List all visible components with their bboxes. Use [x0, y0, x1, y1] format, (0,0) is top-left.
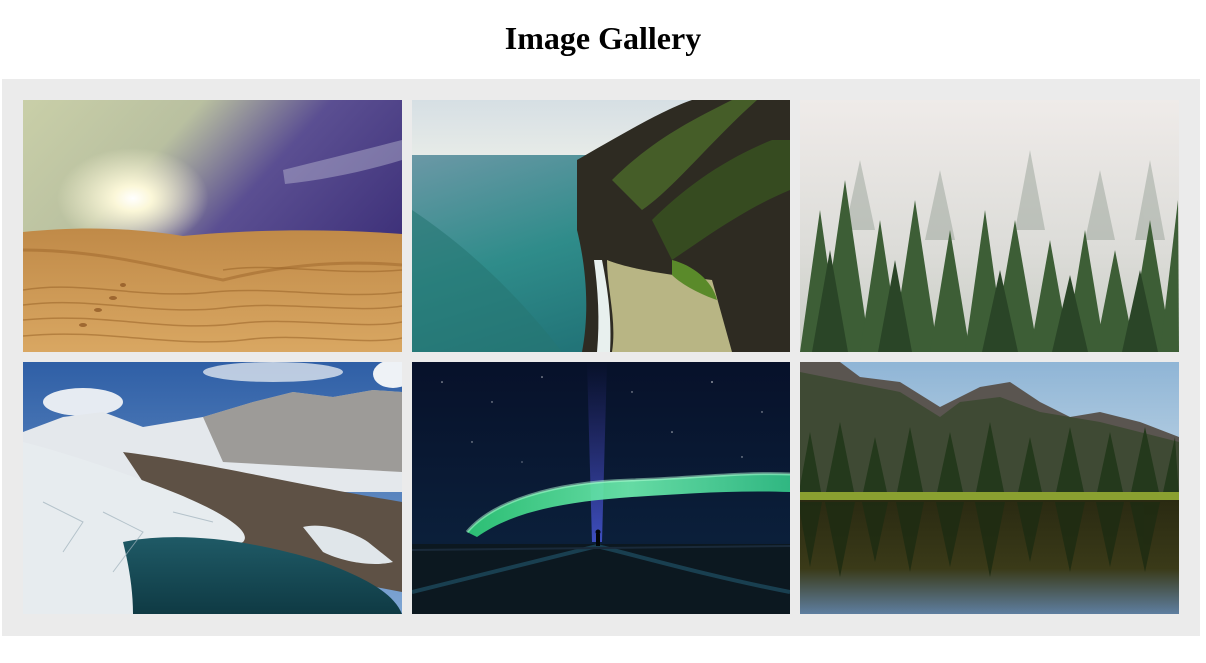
image-gallery-grid [2, 79, 1200, 636]
coast-image [412, 100, 790, 352]
glacier-image [23, 362, 402, 614]
mountain-lake-image [800, 362, 1179, 614]
gallery-image-desert[interactable] [23, 100, 402, 352]
gallery-image-mountain-lake[interactable] [800, 362, 1179, 614]
aurora-image [412, 362, 790, 614]
desert-image [23, 100, 402, 352]
gallery-image-coast[interactable] [412, 100, 790, 352]
page-title: Image Gallery [504, 20, 702, 56]
gallery-image-aurora[interactable] [412, 362, 790, 614]
forest-image [800, 100, 1179, 352]
gallery-image-glacier[interactable] [23, 362, 402, 614]
gallery-image-forest[interactable] [800, 100, 1179, 352]
